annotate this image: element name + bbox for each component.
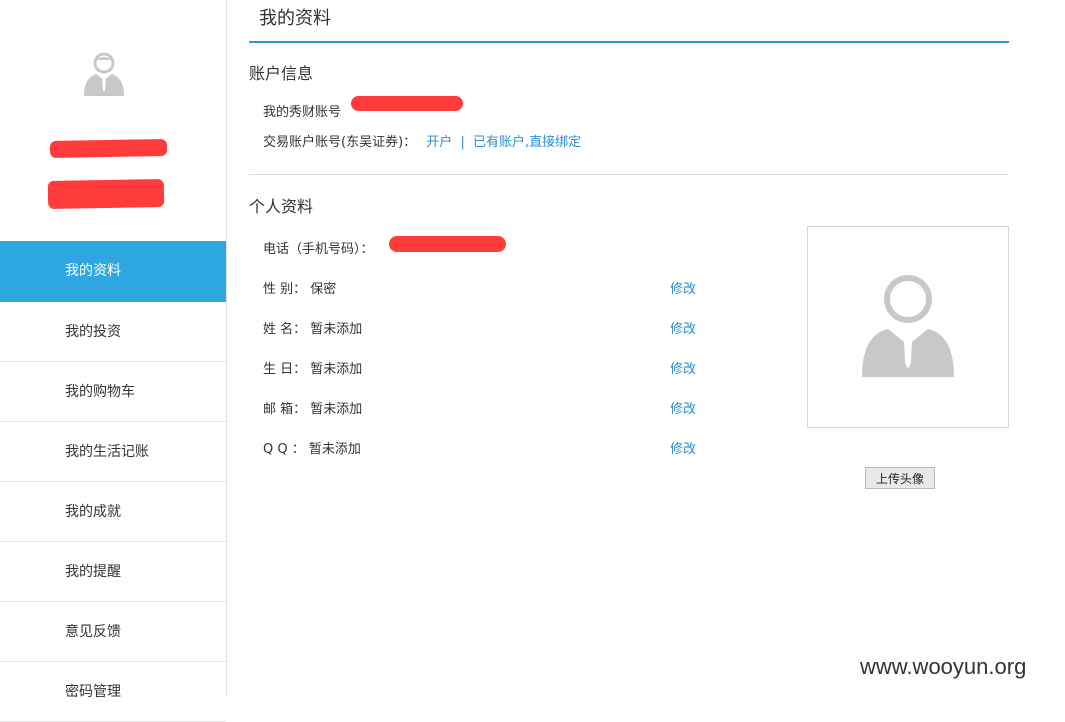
email-value: 暂未添加 <box>310 402 363 417</box>
trade-account-row: 交易账户账号(东吴证券)： 开户 | 已有账户,直接绑定 <box>263 131 581 150</box>
email-row: 邮 箱： 暂未添加 <box>263 398 362 417</box>
redacted-phone-number <box>389 236 506 252</box>
redacted-userinfo <box>47 178 165 210</box>
sidebar-item-life-accounting[interactable]: 我的生活记账 <box>0 422 226 482</box>
sidebar-nav: 我的资料 我的投资 我的购物车 我的生活记账 我的成就 我的提醒 意见反馈 密码… <box>0 241 226 722</box>
open-account-link[interactable]: 开户 <box>426 135 452 150</box>
sidebar-item-feedback[interactable]: 意见反馈 <box>0 602 226 662</box>
sidebar-item-achievements[interactable]: 我的成就 <box>0 482 226 542</box>
gender-value: 保密 <box>310 282 337 297</box>
sidebar-item-my-investment[interactable]: 我的投资 <box>0 302 226 362</box>
gender-label: 性 别： <box>263 282 307 297</box>
sidebar-item-reminders[interactable]: 我的提醒 <box>0 542 226 602</box>
user-avatar-large-icon <box>862 275 954 377</box>
xiucai-account-label: 我的秀财账号 <box>263 105 342 120</box>
birthday-value: 暂未添加 <box>310 362 363 377</box>
gender-row: 性 别： 保密 <box>263 278 336 297</box>
phone-label: 电话（手机号码）： <box>263 242 374 257</box>
trade-account-label: 交易账户账号(东吴证券)： <box>263 135 417 150</box>
edit-qq-link[interactable]: 修改 <box>670 438 696 457</box>
avatar-preview <box>807 226 1009 428</box>
account-section-title: 账户信息 <box>249 64 314 83</box>
redacted-username <box>49 138 168 159</box>
bind-account-link[interactable]: 已有账户,直接绑定 <box>473 135 581 150</box>
name-label: 姓 名： <box>263 322 307 337</box>
phone-row: 电话（手机号码）： <box>263 238 374 257</box>
sidebar: 我的资料 我的投资 我的购物车 我的生活记账 我的成就 我的提醒 意见反馈 密码… <box>0 0 227 722</box>
edit-email-link[interactable]: 修改 <box>670 398 696 417</box>
page-title: 我的资料 <box>249 0 1009 43</box>
sidebar-item-password[interactable]: 密码管理 <box>0 662 226 722</box>
birthday-row: 生 日： 暂未添加 <box>263 358 362 377</box>
upload-avatar-button[interactable]: 上传头像 <box>865 467 935 489</box>
qq-label: Q Q ： <box>263 442 305 457</box>
xiucai-account-row: 我的秀财账号 <box>263 101 341 120</box>
name-row: 姓 名： 暂未添加 <box>263 318 362 337</box>
name-value: 暂未添加 <box>310 322 363 337</box>
edit-name-link[interactable]: 修改 <box>670 318 696 337</box>
user-avatar-icon <box>84 52 124 96</box>
qq-row: Q Q ： 暂未添加 <box>263 438 361 457</box>
profile-section-title: 个人资料 <box>249 197 314 216</box>
edit-birthday-link[interactable]: 修改 <box>670 358 696 377</box>
qq-value: 暂未添加 <box>308 442 361 457</box>
main-content: 我的资料 账户信息 我的秀财账号 交易账户账号(东吴证券)： 开户 | 已有账户… <box>249 0 1009 489</box>
redacted-account-number <box>351 96 463 111</box>
section-divider <box>249 174 1009 175</box>
link-separator: | <box>460 135 465 150</box>
email-label: 邮 箱： <box>263 402 307 417</box>
watermark: www.wooyun.org <box>860 654 1027 679</box>
birthday-label: 生 日： <box>263 362 307 377</box>
edit-gender-link[interactable]: 修改 <box>670 278 696 297</box>
sidebar-item-my-profile[interactable]: 我的资料 <box>0 241 226 302</box>
sidebar-item-my-cart[interactable]: 我的购物车 <box>0 362 226 422</box>
